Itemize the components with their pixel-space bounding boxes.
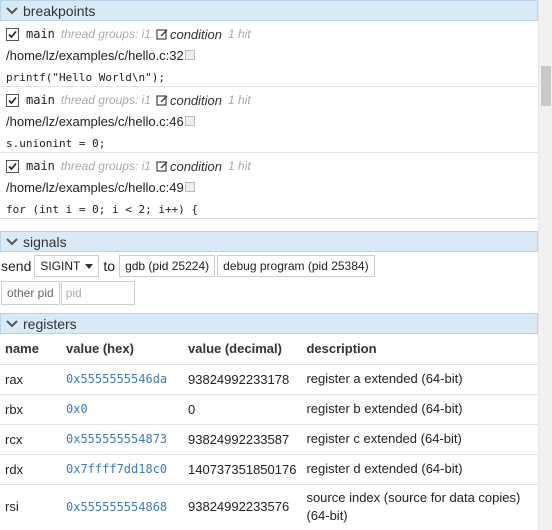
register-hex[interactable]: 0x7ffff7dd18c0 [61, 453, 183, 484]
caret-down-icon [85, 263, 94, 269]
breakpoint-condition-label: condition [169, 92, 223, 108]
register-hex[interactable]: 0x0 [61, 393, 183, 424]
register-decimal: 0 [183, 393, 302, 424]
signals-panel: send SIGINT to gdb (pid 25224) debug pro… [0, 252, 538, 306]
breakpoint-item: main thread groups: i1 condition 1 hit /… [0, 153, 538, 218]
signals-title: signals [23, 233, 67, 250]
register-decimal: 140737351850176 [183, 453, 302, 484]
breakpoint-condition-label: condition [169, 158, 223, 174]
to-label: to [103, 258, 116, 274]
signal-select-value: SIGINT [40, 259, 81, 273]
edit-icon [156, 94, 168, 106]
breakpoint-thread-groups: thread groups: i1 [60, 93, 151, 107]
register-name: rbx [0, 393, 61, 424]
pid-input[interactable]: pid [60, 281, 135, 305]
register-description: register b extended (64-bit) [301, 393, 538, 424]
register-decimal: 93824992233178 [183, 363, 302, 394]
register-name: rax [0, 363, 61, 394]
register-name: rdx [0, 453, 61, 484]
signal-select[interactable]: SIGINT [34, 255, 100, 277]
breakpoint-thread-groups: thread groups: i1 [60, 159, 151, 173]
vertical-scrollbar[interactable] [538, 0, 552, 530]
table-row: rbx 0x0 0 register b extended (64-bit) [0, 393, 538, 424]
breakpoint-hits: 1 hit [228, 27, 251, 41]
breakpoint-function: main [26, 27, 55, 41]
send-to-gdb-button[interactable]: gdb (pid 25224) [119, 255, 216, 277]
breakpoint-function: main [26, 93, 55, 107]
breakpoint-condition-button[interactable]: condition [156, 93, 222, 108]
breakpoint-item: main thread groups: i1 condition 1 hit /… [0, 21, 538, 87]
send-label: send [1, 258, 32, 274]
breakpoint-source: s.unionint = 0; [6, 136, 106, 150]
register-name: rcx [0, 423, 61, 454]
breakpoint-condition-button[interactable]: condition [156, 27, 222, 42]
breakpoints-title: breakpoints [23, 2, 96, 19]
send-to-program-button[interactable]: debug program (pid 25384) [217, 255, 375, 277]
registers-title: registers [23, 315, 77, 332]
breakpoints-list: main thread groups: i1 condition 1 hit /… [0, 21, 538, 219]
register-description: register d extended (64-bit) [301, 453, 538, 484]
breakpoint-delete-box[interactable] [184, 50, 195, 60]
breakpoint-location[interactable]: /home/lz/examples/c/hello.c:46 [6, 114, 184, 129]
registers-table: name value (hex) value (decimal) descrip… [0, 334, 538, 529]
register-description: source index (source for data copies) (6… [301, 483, 538, 529]
breakpoint-delete-box[interactable] [184, 116, 195, 126]
registers-header[interactable]: registers [0, 313, 538, 334]
breakpoint-source: for (int i = 0; i < 2; i++) { [6, 202, 199, 216]
other-pid-button[interactable]: other pid [1, 281, 60, 305]
breakpoint-location[interactable]: /home/lz/examples/c/hello.c:49 [6, 180, 184, 195]
scrollbar-thumb[interactable] [541, 66, 551, 106]
breakpoint-enabled-checkbox[interactable] [6, 159, 19, 173]
table-row: rsi 0x555555554868 93824992233576 source… [0, 483, 538, 529]
register-decimal: 93824992233587 [183, 423, 302, 454]
register-hex[interactable]: 0x555555554873 [61, 423, 183, 454]
register-decimal: 93824992233576 [183, 483, 302, 529]
column-header: value (hex) [66, 341, 134, 357]
debugger-panels: breakpoints main thread groups: i1 condi… [0, 0, 538, 530]
breakpoint-delete-box[interactable] [184, 182, 195, 192]
register-description: register c extended (64-bit) [301, 423, 538, 454]
table-row: rax 0x5555555546da 93824992233178 regist… [0, 363, 538, 394]
breakpoint-thread-groups: thread groups: i1 [60, 27, 151, 41]
column-header: name [5, 341, 39, 357]
chevron-down-icon[interactable] [5, 4, 19, 18]
column-header: value (decimal) [188, 341, 282, 357]
breakpoint-enabled-checkbox[interactable] [6, 27, 19, 41]
breakpoint-location[interactable]: /home/lz/examples/c/hello.c:32 [6, 48, 184, 63]
edit-icon [156, 28, 168, 40]
breakpoint-hits: 1 hit [228, 93, 251, 107]
breakpoint-condition-label: condition [169, 26, 223, 42]
signals-header[interactable]: signals [0, 231, 538, 252]
breakpoint-hits: 1 hit [228, 159, 251, 173]
breakpoints-header[interactable]: breakpoints [0, 0, 538, 21]
breakpoint-item: main thread groups: i1 condition 1 hit /… [0, 87, 538, 153]
table-row: rcx 0x555555554873 93824992233587 regist… [0, 423, 538, 454]
chevron-down-icon[interactable] [5, 235, 19, 249]
breakpoint-function: main [26, 159, 55, 173]
breakpoint-source: printf("Hello World\n"); [6, 70, 165, 84]
breakpoint-enabled-checkbox[interactable] [6, 93, 19, 107]
register-description: register a extended (64-bit) [301, 363, 538, 394]
register-hex[interactable]: 0x555555554868 [61, 483, 183, 529]
register-hex[interactable]: 0x5555555546da [61, 363, 183, 394]
breakpoint-condition-button[interactable]: condition [156, 159, 222, 174]
chevron-down-icon[interactable] [5, 317, 19, 331]
register-name: rsi [0, 483, 61, 529]
column-header: description [306, 341, 377, 357]
table-row: rdx 0x7ffff7dd18c0 140737351850176 regis… [0, 453, 538, 484]
edit-icon [156, 160, 168, 172]
